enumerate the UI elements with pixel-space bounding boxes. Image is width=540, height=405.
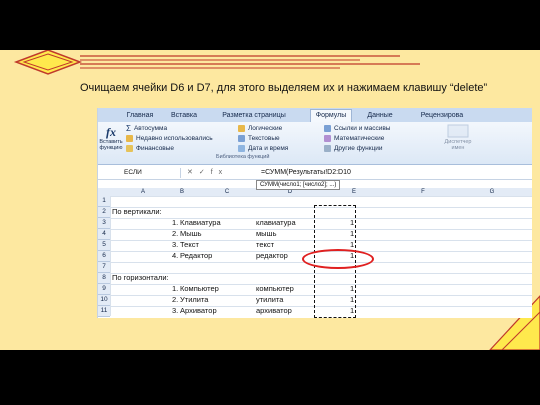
datetime-button[interactable]: Дата и время [238,144,288,153]
question-icon [238,124,245,132]
row-header-6[interactable]: 6 [98,251,110,262]
recent-label: Недавно использовались [136,135,213,142]
row-header-3[interactable]: 3 [98,218,110,229]
formula-buttons[interactable]: ✕✓fx [183,168,257,178]
cell-d9[interactable]: компьютер [256,284,294,293]
excel-window: Главная Вставка Разметка страницы Формул… [97,108,532,318]
cell-d3[interactable]: клавиатура [256,218,296,227]
row-header-4[interactable]: 4 [98,229,110,240]
name-manager-label: Диспетчер имен [444,139,472,151]
cell-b9[interactable]: 1. [172,284,178,293]
logical-button[interactable]: Логические [238,124,282,133]
col-header-a[interactable]: A [110,188,177,196]
ribbon-tabs: Главная Вставка Разметка страницы Формул… [98,108,532,123]
formula-bar: ЕСЛИ ✕✓fx =СУММ(Результаты!D2:D10 [98,168,532,180]
function-library-label: Библиотека функций [216,154,270,160]
math-button[interactable]: Математические [324,134,384,143]
cell-b5[interactable]: 3. [172,240,178,249]
row-header-5[interactable]: 5 [98,240,110,251]
sigma-icon: Σ [126,124,131,133]
row-header-2[interactable]: 2 [98,207,110,218]
col-header-g[interactable]: G [452,188,532,196]
lookup-button[interactable]: Ссылки и массивы [324,124,390,133]
lookup-icon [324,124,331,132]
cell-b11[interactable]: 3. [172,306,178,315]
name-manager-icon [447,124,469,138]
financial-label: Финансовые [136,145,175,152]
logical-label: Логические [248,125,283,132]
clock-icon [238,144,245,152]
cell-c3[interactable]: Клавиатура [180,218,221,227]
more-icon [324,144,331,152]
lookup-label: Ссылки и массивы [334,125,391,132]
tab-review[interactable]: Рецензирова [406,110,478,122]
row-header-8[interactable]: 8 [98,273,110,284]
fx-icon: fx [106,125,116,139]
cell-d6[interactable]: редактор [256,251,288,260]
cell-c11[interactable]: Архиватор [180,306,217,315]
name-box[interactable]: ЕСЛИ [106,168,181,178]
row-header-11[interactable]: 11 [98,306,110,317]
cell-d5[interactable]: текст [256,240,274,249]
cell-a8[interactable]: По горизонтали: [112,273,169,282]
other-functions-button[interactable]: Другие функции [324,144,383,153]
highlight-oval [302,249,374,269]
ribbon: fx Вставить функцию Σ Автосумма Недавно и… [98,122,532,165]
text-label: Текстовые [248,135,280,142]
recent-functions-button[interactable]: Недавно использовались [126,134,213,143]
cell-b6[interactable]: 4. [172,251,178,260]
row-header-10[interactable]: 10 [98,295,110,306]
row-header-1[interactable]: 1 [98,196,110,207]
datetime-label: Дата и время [248,145,289,152]
formula-input[interactable]: =СУММ(Результаты!D2:D10 [261,168,351,178]
cell-c6[interactable]: Редактор [180,251,212,260]
row-header-7[interactable]: 7 [98,262,110,273]
tab-home[interactable]: Главная [118,110,162,122]
star-icon [126,134,133,142]
select-all-corner[interactable] [98,188,110,196]
theta-icon [324,134,331,142]
row-header-9[interactable]: 9 [98,284,110,295]
cell-c5[interactable]: Текст [180,240,199,249]
name-manager-button[interactable]: Диспетчер имен [438,124,478,154]
math-label: Математические [334,135,385,142]
stage: Очищаем ячейки D6 и D7, для этого выделя… [0,0,540,405]
cell-b3[interactable]: 1. [172,218,178,227]
cell-c4[interactable]: Мышь [180,229,202,238]
cell-c10[interactable]: Утилита [180,295,208,304]
tab-data[interactable]: Данные [360,110,400,122]
financial-button[interactable]: Финансовые [126,144,174,153]
col-header-f[interactable]: F [394,188,453,196]
cell-d4[interactable]: мышь [256,229,276,238]
cell-a2[interactable]: По вертикали: [112,207,162,216]
coins-icon [126,144,133,152]
tab-page-layout[interactable]: Разметка страницы [210,110,298,122]
autosum-label: Автосумма [133,125,168,133]
text-button[interactable]: Текстовые [238,134,280,143]
text-icon [238,134,245,142]
insert-function-button[interactable]: fx Вставить функцию [98,124,124,158]
slide-caption: Очищаем ячейки D6 и D7, для этого выделя… [80,82,488,94]
other-label: Другие функции [334,145,383,152]
insert-function-label: Вставить функцию [99,139,123,151]
cell-d10[interactable]: утилита [256,295,283,304]
cell-c9[interactable]: Компьютер [180,284,219,293]
tab-insert[interactable]: Вставка [162,110,206,122]
cell-d11[interactable]: архиватор [256,306,292,315]
cell-b4[interactable]: 2. [172,229,178,238]
cell-b10[interactable]: 2. [172,295,178,304]
autosum-button[interactable]: Σ Автосумма [126,124,167,133]
tab-formulas[interactable]: Формулы [310,109,352,123]
function-tooltip: СУММ(число1; [число2]; ...) [256,180,341,190]
